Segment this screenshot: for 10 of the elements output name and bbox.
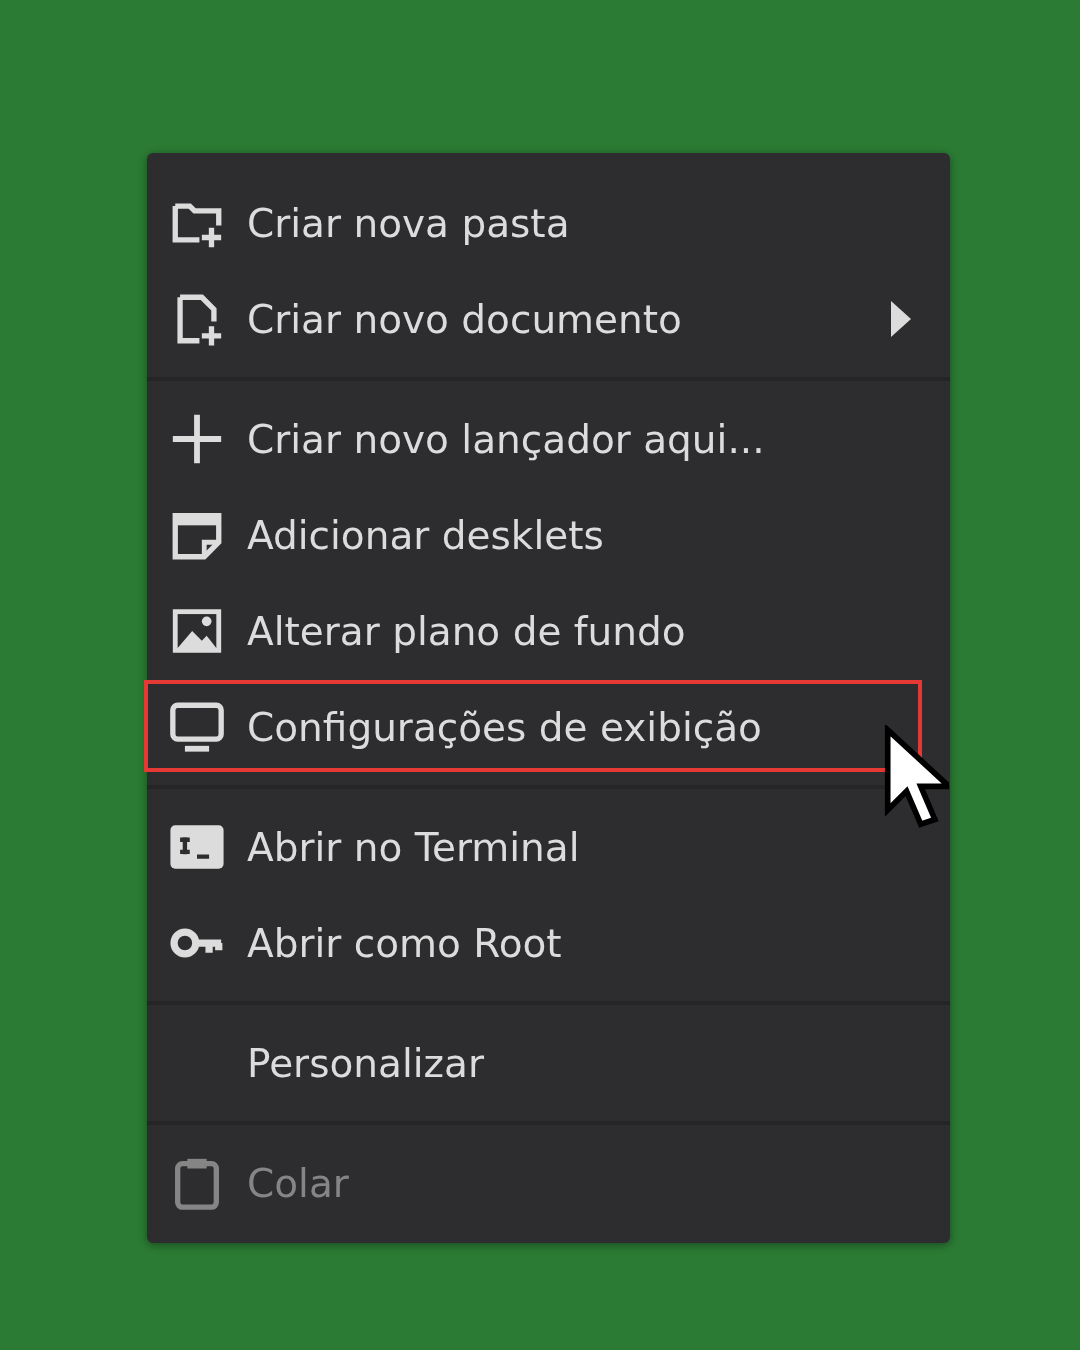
menu-item[interactable]: Adicionar desklets — [147, 487, 950, 583]
menu-item[interactable]: Criar novo documento — [147, 271, 950, 367]
menu-item[interactable]: Criar novo lançador aqui... — [147, 391, 950, 487]
menu-item[interactable]: Criar nova pasta — [147, 175, 950, 271]
mouse-pointer-icon — [883, 725, 949, 829]
menu-item[interactable]: Configurações de exibição — [147, 679, 950, 775]
menu-item[interactable]: Abrir como Root — [147, 895, 950, 991]
menu-item[interactable]: Personalizar — [147, 1015, 950, 1111]
menu-item[interactable]: Abrir no Terminal — [147, 799, 950, 895]
menu-item[interactable]: Alterar plano de fundo — [147, 583, 950, 679]
